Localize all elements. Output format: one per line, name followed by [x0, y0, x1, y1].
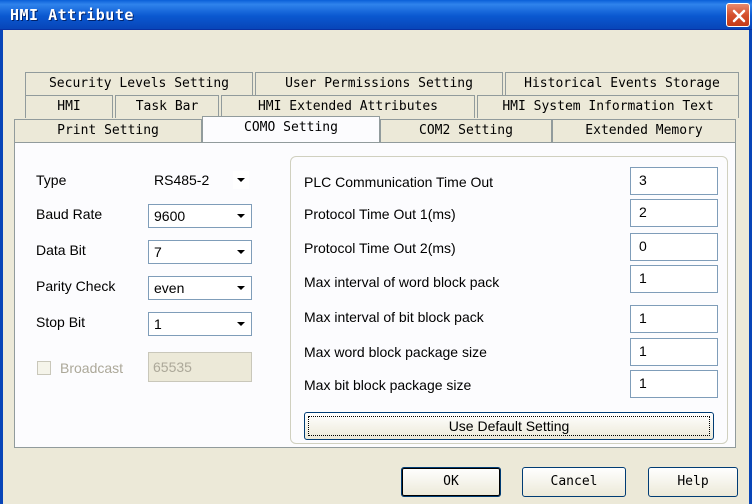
protocol-timeout-2-input[interactable]: 0 [630, 233, 718, 261]
help-label: Help [677, 474, 709, 489]
title-bar[interactable]: HMI Attribute [0, 0, 752, 30]
max-word-package-size-value: 1 [639, 343, 647, 359]
type-select[interactable]: RS485-2 [148, 168, 252, 192]
baud-rate-label: Baud Rate [36, 206, 103, 222]
tab-label: HMI Extended Attributes [257, 99, 438, 114]
use-default-setting-button[interactable]: Use Default Setting [304, 412, 714, 440]
tab-com2-setting[interactable]: COM2 Setting [380, 119, 552, 142]
tab-hmi-extended-attributes[interactable]: HMI Extended Attributes [221, 95, 475, 118]
stop-bit-label: Stop Bit [36, 314, 86, 330]
cancel-button[interactable]: Cancel [522, 467, 626, 497]
protocol-timeout-2-label: Protocol Time Out 2(ms) [304, 240, 456, 256]
max-bit-interval-value: 1 [639, 310, 647, 326]
focus-rect [308, 416, 710, 436]
tab-label: HMI [57, 99, 81, 114]
tab-label: COMO Setting [244, 120, 338, 135]
close-button[interactable] [726, 3, 750, 27]
tab-hmi[interactable]: HMI [25, 95, 113, 118]
max-bit-package-size-input[interactable]: 1 [630, 370, 718, 398]
tab-como-setting[interactable]: COMO Setting [202, 116, 380, 142]
broadcast-address-value: 65535 [153, 359, 192, 375]
data-bit-label: Data Bit [36, 242, 86, 258]
parity-check-value: even [154, 280, 185, 296]
stop-bit-value: 1 [154, 316, 162, 332]
plc-communication-timeout-input[interactable]: 3 [630, 167, 718, 195]
tab-label: HMI System Information Text [502, 99, 714, 114]
tab-label: Extended Memory [585, 123, 703, 138]
tab-extended-memory[interactable]: Extended Memory [552, 119, 736, 142]
tab-print-setting[interactable]: Print Setting [14, 119, 202, 142]
data-bit-value: 7 [154, 244, 162, 260]
max-word-interval-value: 1 [639, 270, 647, 286]
chevron-down-icon [233, 279, 249, 297]
max-word-package-size-input[interactable]: 1 [630, 338, 718, 366]
window-title: HMI Attribute [10, 6, 134, 24]
tab-hmi-system-information-text[interactable]: HMI System Information Text [477, 95, 739, 118]
tab-label: User Permissions Setting [285, 76, 473, 91]
baud-rate-value: 9600 [154, 208, 186, 224]
ok-button[interactable]: OK [401, 467, 501, 497]
close-icon [732, 9, 746, 23]
broadcast-checkbox[interactable] [37, 361, 51, 375]
protocol-timeout-1-value: 2 [639, 204, 647, 220]
max-word-package-size-label: Max word block package size [304, 344, 487, 360]
baud-rate-select[interactable]: 9600 [148, 204, 252, 228]
chevron-down-icon [233, 207, 249, 225]
max-bit-package-size-value: 1 [639, 375, 647, 391]
tab-label: COM2 Setting [419, 123, 513, 138]
tab-label: Task Bar [135, 99, 199, 114]
tab-user-permissions-setting[interactable]: User Permissions Setting [255, 72, 503, 95]
help-button[interactable]: Help [648, 467, 738, 497]
parity-check-label: Parity Check [36, 278, 116, 294]
type-label: Type [36, 172, 67, 188]
protocol-timeout-1-input[interactable]: 2 [630, 199, 718, 227]
data-bit-select[interactable]: 7 [148, 240, 252, 264]
broadcast-address-field[interactable]: 65535 [148, 352, 252, 382]
protocol-timeout-2-value: 0 [639, 238, 647, 254]
cancel-label: Cancel [550, 474, 598, 489]
parity-check-select[interactable]: even [148, 276, 252, 300]
chevron-down-icon [233, 315, 249, 333]
tab-historical-events-storage[interactable]: Historical Events Storage [505, 72, 739, 95]
plc-communication-timeout-value: 3 [639, 172, 647, 188]
plc-communication-timeout-label: PLC Communication Time Out [304, 174, 494, 190]
chevron-down-icon [233, 243, 249, 261]
ok-label: OK [443, 474, 459, 489]
stop-bit-select[interactable]: 1 [148, 312, 252, 336]
max-bit-interval-label: Max interval of bit block pack [304, 309, 484, 325]
max-bit-interval-input[interactable]: 1 [630, 305, 718, 333]
max-bit-package-size-label: Max bit block package size [304, 377, 472, 393]
tab-label: Security Levels Setting [48, 76, 229, 91]
max-word-interval-input[interactable]: 1 [630, 265, 718, 293]
type-value: RS485-2 [154, 172, 210, 188]
protocol-timeout-1-label: Protocol Time Out 1(ms) [304, 206, 456, 222]
broadcast-label: Broadcast [60, 360, 124, 376]
tab-task-bar[interactable]: Task Bar [115, 95, 219, 118]
tab-security-levels-setting[interactable]: Security Levels Setting [25, 72, 253, 95]
max-word-interval-label: Max interval of word block pack [304, 274, 500, 290]
tab-label: Print Setting [57, 123, 159, 138]
chevron-down-icon [233, 171, 249, 189]
tab-label: Historical Events Storage [524, 76, 720, 91]
